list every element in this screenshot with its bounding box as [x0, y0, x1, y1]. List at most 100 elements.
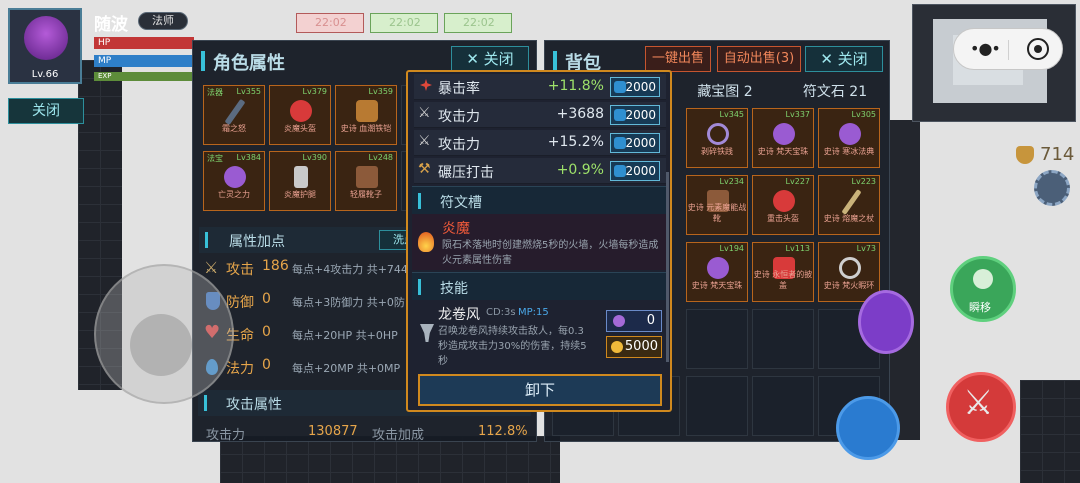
close-mini-dot — [1034, 45, 1042, 53]
attack-button[interactable]: ⚔ — [946, 372, 1016, 442]
rune-desc: 陨石术落地时创建燃烧5秒的火墙，火墙每秒造成火元素属性伤害 — [442, 240, 659, 266]
tooltip-stat-row: ⚒ 碾压打击 +0.9% 2000 — [414, 158, 666, 184]
attr-header-title: 属性加点 — [229, 234, 285, 250]
more-icon[interactable]: •●• — [970, 39, 1001, 58]
equip-slot[interactable]: Lv384 法宝 亡灵之力 — [203, 151, 265, 211]
skill-button[interactable] — [858, 290, 914, 354]
atk-bonus-label: 攻击加成 — [372, 428, 425, 443]
bag-item[interactable]: Lv73 史诗 梵火暇环 — [818, 242, 880, 302]
accent-bar — [418, 279, 421, 295]
accent-bar — [204, 395, 207, 411]
joystick-knob[interactable] — [130, 314, 192, 376]
title-accent — [553, 51, 557, 71]
wall-block — [890, 120, 920, 440]
exp-bar: EXP — [94, 72, 194, 81]
bag-item[interactable]: Lv345 剥碎铁践 — [686, 108, 748, 168]
attack-attr-title: 攻击属性 — [226, 397, 282, 413]
bag-item[interactable]: Lv113 史诗 永恒者的披盖 — [752, 242, 814, 302]
helmet-icon — [773, 190, 795, 212]
bag-item[interactable]: Lv234 史诗 元素魔能战靴 — [686, 175, 748, 235]
attack-swords-icon: ⚔ — [963, 383, 994, 423]
skill-button[interactable] — [836, 396, 900, 460]
orb-icon — [707, 257, 729, 279]
sell-one-button[interactable]: 一键出售 — [645, 46, 711, 72]
wall-tiles — [1020, 380, 1080, 483]
bag-slot-empty[interactable] — [752, 309, 814, 369]
atk-value: 130877 — [308, 424, 358, 439]
ring-icon — [839, 257, 861, 279]
timer-badge: 22:02 — [296, 13, 364, 33]
gem-cost-button[interactable]: 0 — [606, 310, 662, 332]
close-button-left[interactable]: 关闭 — [8, 98, 84, 124]
staff-icon — [224, 98, 246, 126]
dash-button[interactable]: 瞬移 — [950, 256, 1016, 322]
coin-icon — [611, 341, 623, 353]
player-class-badge: 法师 — [138, 12, 188, 30]
armor-icon — [356, 100, 378, 122]
bag-item[interactable]: Lv194 史诗 梵天宝珠 — [686, 242, 748, 302]
leggings-icon — [294, 166, 308, 188]
hammer-icon: ⚒ — [418, 161, 431, 177]
helmet-icon — [290, 100, 312, 122]
hp-label: HP — [98, 38, 111, 48]
bag-item[interactable]: Lv227 重击头盔 — [752, 175, 814, 235]
close-button[interactable]: ✕ 关闭 — [805, 46, 883, 72]
reroll-cost-button[interactable]: 2000 — [610, 77, 660, 97]
tooltip-stat-row: ⚔ 攻击力 +3688 2000 — [414, 102, 666, 128]
skill-desc: 召唤龙卷风持续攻击敌人，每0.3秒造成攻击力30%的伤害，持续5秒 — [438, 326, 587, 367]
equip-slot[interactable]: Lv355 法器 霜之怒 — [203, 85, 265, 145]
equip-slot[interactable]: Lv359 史诗 血潮铁铠 — [335, 85, 397, 145]
bag-slot-empty[interactable] — [752, 376, 814, 436]
orb-icon — [773, 123, 795, 145]
gold-bag-icon — [1016, 146, 1034, 164]
tab-treasure-map[interactable]: 藏宝图 2 — [685, 81, 765, 103]
reroll-cost-button[interactable]: 2000 — [610, 105, 660, 125]
equip-slot[interactable]: Lv390 炎魔护腿 — [269, 151, 331, 211]
crit-icon — [420, 79, 432, 91]
bag-slot-empty[interactable] — [686, 309, 748, 369]
settings-gear-icon[interactable] — [1034, 170, 1070, 206]
exp-label: EXP — [98, 72, 112, 80]
bag-item[interactable]: Lv337 史诗 梵天宝珠 — [752, 108, 814, 168]
player-name: 随波 — [94, 15, 128, 35]
bag-item[interactable]: Lv223 史诗 熔魔之杖 — [818, 175, 880, 235]
ring-icon — [707, 123, 729, 145]
bag-item[interactable]: Lv305 史诗 寒冰法典 — [818, 108, 880, 168]
swords-icon: ⚔ — [418, 133, 431, 149]
character-panel-title: 角色属性 — [213, 53, 285, 74]
orb-icon — [839, 123, 861, 145]
boots-icon — [356, 166, 378, 188]
staff-icon — [841, 189, 862, 215]
title-accent — [201, 51, 205, 71]
tooltip-scrollbar[interactable] — [666, 172, 669, 362]
unequip-button[interactable]: 卸下 — [418, 374, 662, 406]
equip-slot[interactable]: Lv248 轻履靴子 — [335, 151, 397, 211]
mini-program-capsule: •●• — [953, 28, 1063, 70]
bag-slot-empty[interactable] — [686, 376, 748, 436]
gold-cost-button[interactable]: 5000 — [606, 336, 662, 358]
tooltip-stat-row: ⚔ 攻击力 +15.2% 2000 — [414, 130, 666, 156]
divider — [1008, 40, 1009, 60]
sword-icon: ⚔ — [204, 258, 219, 277]
timer-badge: 22:02 — [444, 13, 512, 33]
reroll-cost-button[interactable]: 2000 — [610, 161, 660, 181]
equip-slot[interactable]: Lv379 炎魔头盔 — [269, 85, 331, 145]
auto-sell-button[interactable]: 自动出售(3) — [717, 46, 801, 72]
item-tooltip: 暴击率 +11.8% 2000 ⚔ 攻击力 +3688 2000 ⚔ 攻击力 +… — [406, 70, 672, 412]
tooltip-stat-row: 暴击率 +11.8% 2000 — [414, 74, 666, 100]
close-button[interactable]: ✕ 关闭 — [451, 46, 529, 72]
tornado-icon — [420, 324, 434, 342]
reroll-cost-button[interactable]: 2000 — [610, 133, 660, 153]
wall-tiles — [220, 436, 560, 483]
mp-bar: MP — [94, 55, 194, 67]
accent-bar — [205, 232, 208, 248]
player-level: Lv.66 — [31, 69, 59, 80]
timer-badge: 22:02 — [370, 13, 438, 33]
orb-icon — [224, 166, 246, 188]
atk-bonus-value: 112.8% — [478, 424, 528, 439]
tab-rune-stone[interactable]: 符文石 21 — [795, 81, 875, 103]
player-portrait[interactable]: Lv.66 — [8, 8, 82, 84]
rune-block: 炎魔 陨石术落地时创建燃烧5秒的火墙，火墙每秒造成火元素属性伤害 — [412, 214, 668, 270]
skill-mp: MP:15 — [518, 307, 549, 318]
skill-name: 龙卷风 — [438, 307, 480, 323]
